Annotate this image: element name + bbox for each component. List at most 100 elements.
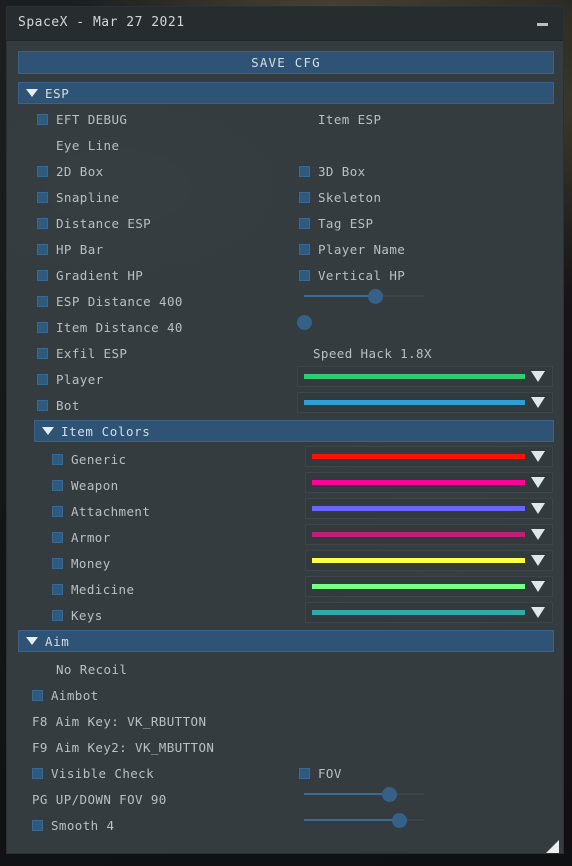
checkbox-esp-distance[interactable] [37, 295, 48, 307]
minimize-icon [536, 22, 548, 26]
checkbox-eft-debug[interactable] [37, 113, 48, 125]
checkbox-row-keys[interactable]: Keys [52, 606, 103, 624]
color-picker-attachment[interactable] [305, 498, 553, 519]
checkbox-smooth[interactable] [32, 819, 43, 831]
checkbox-row-player-name[interactable]: Player Name [299, 240, 405, 258]
checkbox-row-vertical-hp[interactable]: Vertical HP [299, 266, 405, 284]
window-titlebar[interactable]: SpaceX - Mar 27 2021 [7, 7, 563, 41]
slider-knob[interactable] [391, 813, 407, 828]
color-picker-money[interactable] [305, 550, 553, 571]
label-aim-key2: F9 Aim Key2: VK_MBUTTON [32, 739, 215, 755]
slider-smooth[interactable] [304, 812, 424, 828]
label-tag-esp: Tag ESP [318, 215, 374, 231]
slider-knob[interactable] [367, 289, 383, 304]
checkbox-row-money[interactable]: Money [52, 554, 111, 572]
checkbox-row-2d-box[interactable]: 2D Box [37, 162, 104, 180]
checkbox-visible-check[interactable] [32, 767, 43, 779]
section-header-item-colors[interactable]: Item Colors [34, 420, 554, 442]
checkbox-medicine[interactable] [52, 583, 63, 595]
checkbox-3d-box[interactable] [299, 165, 310, 177]
chevron-down-icon [531, 451, 545, 462]
checkbox-row-3d-box[interactable]: 3D Box [299, 162, 366, 180]
checkbox-armor[interactable] [52, 531, 63, 543]
checkbox-tag-esp[interactable] [299, 217, 310, 229]
checkbox-skeleton[interactable] [299, 191, 310, 203]
checkbox-distance-esp[interactable] [37, 217, 48, 229]
checkbox-row-no-recoil[interactable]: No Recoil [37, 660, 127, 678]
checkbox-row-tag-esp[interactable]: Tag ESP [299, 214, 373, 232]
slider-esp-distance[interactable] [304, 288, 424, 304]
checkbox-exfil-esp[interactable] [37, 347, 48, 359]
color-picker-medicine[interactable] [305, 576, 553, 597]
checkbox-row-distance-esp[interactable]: Distance ESP [37, 214, 151, 232]
checkbox-row-bot[interactable]: Bot [37, 396, 80, 414]
label-snapline: Snapline [56, 189, 120, 205]
checkbox-item-distance[interactable] [37, 321, 48, 333]
checkbox-row-generic[interactable]: Generic [52, 450, 126, 468]
section-header-aim[interactable]: Aim [18, 630, 554, 652]
label-aim-key: F8 Aim Key: VK_RBUTTON [32, 713, 207, 729]
checkbox-row-player[interactable]: Player [37, 370, 104, 388]
checkbox-row-eft-debug[interactable]: EFT DEBUG [37, 110, 127, 128]
slider-knob[interactable] [382, 787, 398, 802]
checkbox-row-skeleton[interactable]: Skeleton [299, 188, 381, 206]
checkbox-row-medicine[interactable]: Medicine [52, 580, 134, 598]
checkbox-row-hp-bar[interactable]: HP Bar [37, 240, 104, 258]
checkbox-row-snapline[interactable]: Snapline [37, 188, 119, 206]
label-money: Money [71, 555, 111, 571]
label-item-esp: Item ESP [318, 111, 382, 127]
checkbox-row-item-distance[interactable]: Item Distance 40 [37, 318, 183, 336]
checkbox-2d-box[interactable] [37, 165, 48, 177]
label-aimbot: Aimbot [51, 687, 99, 703]
slider-item-distance[interactable] [297, 314, 424, 330]
color-picker-bot[interactable] [297, 392, 553, 413]
checkbox-row-fov[interactable]: FOV [299, 764, 342, 782]
checkbox-row-weapon[interactable]: Weapon [52, 476, 119, 494]
checkbox-row-gradient-hp[interactable]: Gradient HP [37, 266, 143, 284]
checkbox-vertical-hp[interactable] [299, 269, 310, 281]
checkbox-row-aimbot[interactable]: Aimbot [32, 686, 99, 704]
slider-fov[interactable] [304, 786, 424, 802]
color-picker-weapon[interactable] [305, 472, 553, 493]
checkbox-no-recoil[interactable] [37, 664, 48, 675]
checkbox-aimbot[interactable] [32, 689, 43, 701]
chevron-down-icon [531, 555, 545, 566]
label-row-fov-value: PG UP/DOWN FOV 90 [32, 790, 167, 808]
checkbox-weapon[interactable] [52, 479, 63, 491]
color-picker-player[interactable] [297, 366, 553, 387]
checkbox-row-eye-line[interactable]: Eye Line [37, 136, 119, 154]
checkbox-eye-line[interactable] [37, 140, 48, 151]
checkbox-attachment[interactable] [52, 505, 63, 517]
checkbox-row-visible-check[interactable]: Visible Check [32, 764, 154, 782]
color-picker-armor[interactable] [305, 524, 553, 545]
checkbox-row-smooth[interactable]: Smooth 4 [32, 816, 114, 834]
color-picker-generic[interactable] [305, 446, 553, 467]
checkbox-player[interactable] [37, 373, 48, 385]
checkbox-money[interactable] [52, 557, 63, 569]
checkbox-keys[interactable] [52, 609, 63, 621]
checkbox-row-item-esp[interactable]: Item ESP [299, 110, 381, 128]
checkbox-bot[interactable] [37, 399, 48, 411]
label-medicine: Medicine [71, 581, 135, 597]
checkbox-snapline[interactable] [37, 191, 48, 203]
checkbox-item-esp[interactable] [299, 114, 310, 125]
slider-fill [304, 295, 375, 297]
checkbox-generic[interactable] [52, 453, 63, 465]
minimize-button[interactable] [529, 7, 555, 41]
label-row-aim-key2: F9 Aim Key2: VK_MBUTTON [32, 738, 214, 756]
checkbox-hp-bar[interactable] [37, 243, 48, 255]
color-picker-keys[interactable] [305, 602, 553, 623]
save-cfg-button[interactable]: SAVE CFG [18, 51, 554, 74]
checkbox-row-armor[interactable]: Armor [52, 528, 111, 546]
section-header-esp[interactable]: ESP [18, 82, 554, 104]
checkbox-gradient-hp[interactable] [37, 269, 48, 281]
checkbox-player-name[interactable] [299, 243, 310, 255]
checkbox-row-esp-distance[interactable]: ESP Distance 400 [37, 292, 183, 310]
checkbox-row-attachment[interactable]: Attachment [52, 502, 150, 520]
chevron-down-icon [531, 371, 545, 382]
checkbox-row-exfil-esp[interactable]: Exfil ESP [37, 344, 127, 362]
checkbox-fov[interactable] [299, 767, 310, 779]
label-visible-check: Visible Check [51, 765, 155, 781]
slider-knob[interactable] [297, 315, 312, 330]
resize-grip-icon[interactable] [546, 838, 559, 853]
